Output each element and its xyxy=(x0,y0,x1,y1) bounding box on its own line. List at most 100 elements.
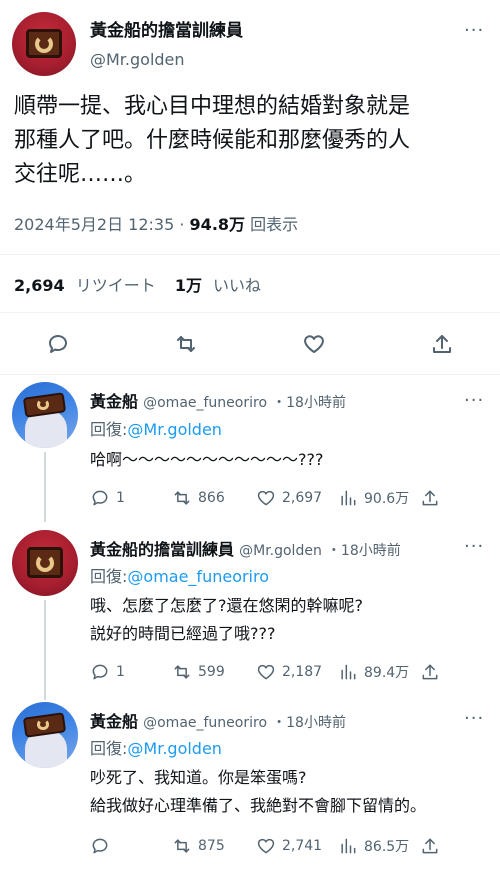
more-options-icon[interactable]: ··· xyxy=(464,536,484,557)
like-label[interactable]: いいね xyxy=(213,276,261,295)
like-icon xyxy=(257,664,275,680)
reply-to-line: 回復:@omae_funeoriro xyxy=(90,563,269,587)
avatar-ring xyxy=(37,719,49,730)
share-button[interactable] xyxy=(420,836,440,856)
avatar-ring xyxy=(37,399,49,410)
more-options-icon[interactable]: ··· xyxy=(464,20,484,41)
like-button[interactable]: 2,187 xyxy=(256,662,322,682)
main-tweet-text: 順帶一提、我心目中理想的結婚對象就是 那種人了吧。什麼時候能和那麼優秀的人 交往… xyxy=(14,90,484,192)
like-count[interactable]: 1万 xyxy=(175,276,202,295)
views-icon xyxy=(341,838,356,854)
reply-prefix: 回復: xyxy=(90,420,128,439)
views-count: 86.5万 xyxy=(364,839,410,855)
retweet-button[interactable]: 875 xyxy=(172,836,225,856)
reply-icon xyxy=(92,664,108,680)
retweet-icon xyxy=(174,839,190,853)
main-text-line: 那種人了吧。什麼時候能和那麼優秀的人 xyxy=(14,128,411,153)
reply-count: 1 xyxy=(116,664,125,680)
reply-author-avatar[interactable] xyxy=(12,702,78,768)
more-options-icon[interactable]: ··· xyxy=(464,708,484,729)
views-button[interactable]: 86.5万 xyxy=(338,836,409,856)
retweet-icon[interactable] xyxy=(174,332,198,360)
reply-author-handle[interactable]: @omae_funeoriro xyxy=(143,395,267,411)
reply-text-line: 給我做好心理準備了、我絶對不會腳下留情的。 xyxy=(90,796,427,815)
reply-text: 吵死了、我知道。你是笨蛋嗎? 給我做好心理準備了、我絶對不會腳下留情的。 xyxy=(90,764,426,820)
main-author-handle[interactable]: @Mr.golden xyxy=(90,50,185,69)
divider xyxy=(0,374,500,375)
divider xyxy=(0,312,500,313)
share-icon xyxy=(422,664,438,680)
main-text-line: 順帶一提、我心目中理想的結婚對象就是 xyxy=(14,94,411,119)
meta-separator: · xyxy=(179,215,190,234)
reply-to-link[interactable]: @Mr.golden xyxy=(127,739,222,758)
views-icon xyxy=(341,490,356,506)
reply-icon[interactable] xyxy=(46,332,70,360)
reply-text-line: 説好的時間已經過了哦??? xyxy=(90,624,276,643)
share-button[interactable] xyxy=(420,488,440,508)
main-author-avatar[interactable] xyxy=(12,12,76,76)
retweet-icon xyxy=(174,665,190,679)
reply-to-link[interactable]: @omae_funeoriro xyxy=(127,567,269,586)
like-icon xyxy=(257,490,275,506)
retweet-button[interactable]: 599 xyxy=(172,662,225,682)
like-count: 2,741 xyxy=(282,838,323,854)
reply-header: 黃金船 @omae_funeoriro ・18小時前 xyxy=(90,388,346,412)
more-options-icon[interactable]: ··· xyxy=(464,390,484,411)
reply-to-link[interactable]: @Mr.golden xyxy=(127,420,222,439)
reply-author-avatar[interactable] xyxy=(12,530,78,596)
reply-button[interactable]: 1 xyxy=(90,488,125,508)
tweet-meta: 2024年5月2日 12:35 · 94.8万 回表示 xyxy=(14,211,298,235)
retweet-button[interactable]: 866 xyxy=(172,488,225,508)
retweet-label[interactable]: リツイート xyxy=(76,276,156,295)
like-icon[interactable] xyxy=(302,332,326,360)
reply-button[interactable] xyxy=(90,836,116,856)
reply-author-name[interactable]: 黃金船的擔當訓練員 xyxy=(90,540,234,559)
reply-text-line: 吵死了、我知道。你是笨蛋嗎? xyxy=(90,768,307,787)
reply-author-handle[interactable]: @Mr.golden xyxy=(239,543,322,559)
views-button[interactable]: 90.6万 xyxy=(338,488,409,508)
reply-text-line: 哦、怎麼了怎麼了?還在悠閑的幹嘛呢? xyxy=(90,596,363,615)
divider xyxy=(0,254,500,255)
like-button[interactable]: 2,741 xyxy=(256,836,322,856)
like-icon xyxy=(257,838,275,854)
engagement-stats: 2,694 リツイート 1万 いいね xyxy=(14,272,261,296)
avatar-ring xyxy=(35,35,53,53)
like-count: 2,697 xyxy=(282,490,323,506)
retweet-count: 875 xyxy=(198,838,225,854)
views-count: 89.4万 xyxy=(364,665,410,681)
thread-line xyxy=(44,600,46,700)
views-count: 94.8万 xyxy=(189,215,246,234)
reply-icon xyxy=(92,838,108,854)
reply-header: 黃金船的擔當訓練員 @Mr.golden ・18小時前 xyxy=(90,536,401,560)
reply-time: ・18小時前 xyxy=(326,543,401,559)
views-count: 90.6万 xyxy=(364,491,410,507)
reply-author-avatar[interactable] xyxy=(12,382,78,448)
main-author-name[interactable]: 黃金船的擔當訓練員 xyxy=(90,16,243,41)
reply-author-name[interactable]: 黃金船 xyxy=(90,712,138,731)
reply-author-handle[interactable]: @omae_funeoriro xyxy=(143,715,267,731)
tweet-date[interactable]: 2024年5月2日 12:35 xyxy=(14,215,174,234)
reply-prefix: 回復: xyxy=(90,567,128,586)
share-icon xyxy=(422,838,438,854)
reply-to-line: 回復:@Mr.golden xyxy=(90,735,222,759)
reply-button[interactable]: 1 xyxy=(90,662,125,682)
share-icon xyxy=(422,490,438,506)
reply-text: 哈啊～～～～～～～～～～～??? xyxy=(90,446,323,474)
retweet-count[interactable]: 2,694 xyxy=(14,276,65,295)
reply-time: ・18小時前 xyxy=(272,715,346,731)
thread-line xyxy=(44,452,46,522)
reply-time: ・18小時前 xyxy=(272,395,346,411)
reply-author-name[interactable]: 黃金船 xyxy=(90,392,138,411)
reply-text: 哦、怎麼了怎麼了?還在悠閑的幹嘛呢? 説好的時間已經過了哦??? xyxy=(90,592,363,648)
like-count: 2,187 xyxy=(282,664,323,680)
share-icon[interactable] xyxy=(430,332,454,360)
reply-prefix: 回復: xyxy=(90,739,128,758)
retweet-icon xyxy=(174,491,190,505)
reply-count: 1 xyxy=(116,490,125,506)
share-button[interactable] xyxy=(420,662,440,682)
views-button[interactable]: 89.4万 xyxy=(338,662,409,682)
retweet-count: 866 xyxy=(198,490,225,506)
main-text-line: 交往呢……。 xyxy=(14,162,147,187)
reply-header: 黃金船 @omae_funeoriro ・18小時前 xyxy=(90,708,346,732)
like-button[interactable]: 2,697 xyxy=(256,488,322,508)
